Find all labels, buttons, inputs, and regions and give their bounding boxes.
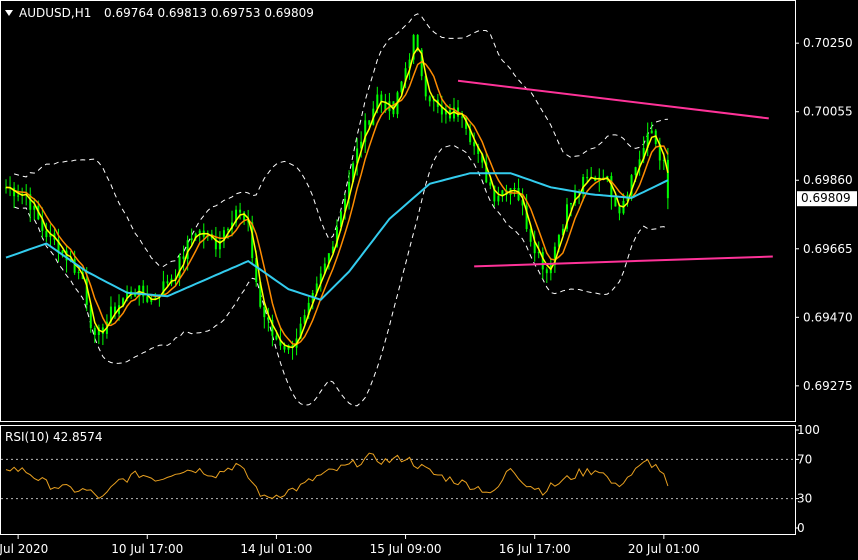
price-axis-label: 0.70250 xyxy=(803,36,853,50)
candle-body xyxy=(428,96,431,102)
rsi-axis-label: 30 xyxy=(797,492,812,506)
candle-body xyxy=(190,238,193,241)
price-axis-label: 0.70055 xyxy=(803,105,853,119)
candle-body xyxy=(33,205,36,210)
lower-band xyxy=(13,144,669,407)
moving-averages xyxy=(5,46,669,349)
candle-body xyxy=(618,206,621,214)
candle-body xyxy=(73,259,76,273)
candle-body xyxy=(226,228,229,231)
candle-body xyxy=(45,230,48,238)
time-axis-label: 16 Jul 17:00 xyxy=(499,542,571,556)
time-axis-label: 15 Jul 09:00 xyxy=(370,542,442,556)
time-axis-label: 10 Jul 17:00 xyxy=(111,542,183,556)
candle-body xyxy=(614,197,617,207)
candle-body xyxy=(93,327,96,335)
candle-body xyxy=(497,195,500,202)
ma-fast-line xyxy=(5,46,669,349)
time-axis-label: 14 Jul 01:00 xyxy=(240,542,312,556)
rsi-axis-label: 0 xyxy=(797,521,805,535)
current-price-value: 0.69809 xyxy=(801,191,851,205)
candle-body xyxy=(489,182,492,186)
candle-body xyxy=(283,345,286,350)
candle-body xyxy=(570,202,573,205)
candle-body xyxy=(182,256,185,259)
candle-body xyxy=(146,296,149,302)
resistance-trendline[interactable] xyxy=(457,79,769,120)
candle-body xyxy=(368,120,371,125)
symbol-label: AUDUSD,H1 xyxy=(19,6,91,20)
candle-body xyxy=(239,209,242,213)
time-axis-label: 9 Jul 2020 xyxy=(0,542,48,556)
ma-medium-line xyxy=(5,60,669,346)
rsi-label: RSI(10) 42.8574 xyxy=(5,430,103,444)
bollinger-bands xyxy=(13,13,669,407)
ohlc-values: 0.69764 0.69813 0.69753 0.69809 xyxy=(104,6,314,20)
candle-body xyxy=(666,159,669,199)
chart-window[interactable]: 0.70250 0.70055 0.69860 0.69665 0.69470 0.692… xyxy=(0,0,858,560)
candle-body xyxy=(263,306,266,318)
price-axis-label: 0.69470 xyxy=(803,310,853,324)
candle-body xyxy=(545,269,548,274)
candle-body xyxy=(198,230,201,234)
price-axis-label: 0.69860 xyxy=(803,173,853,187)
candle-body xyxy=(380,94,383,102)
candle-body xyxy=(166,281,169,284)
price-axis-label: 0.69275 xyxy=(803,379,853,393)
chart-canvas[interactable]: 0.70250 0.70055 0.69860 0.69665 0.69470 0.692… xyxy=(0,0,858,560)
candle-body xyxy=(473,142,476,147)
candlesticks xyxy=(5,33,669,360)
time-axis-label: 20 Jul 01:00 xyxy=(628,542,700,556)
candle-body xyxy=(17,195,20,197)
candle-body xyxy=(586,176,589,179)
rsi-axis-label: 70 xyxy=(797,452,812,466)
indicator-panel-frame xyxy=(0,425,796,535)
price-axis-label: 0.69665 xyxy=(803,242,853,256)
symbol-dropdown-icon[interactable] xyxy=(5,10,13,16)
support-trendline[interactable] xyxy=(474,255,773,268)
candle-body xyxy=(61,250,64,254)
candle-body xyxy=(634,167,637,176)
rsi-axis-label: 100 xyxy=(797,423,820,437)
candle-body xyxy=(513,188,516,190)
rsi-chart xyxy=(1,452,795,500)
candle-body xyxy=(461,116,464,118)
candle-body xyxy=(178,256,181,279)
candle-body xyxy=(650,130,653,134)
rsi-line xyxy=(5,452,669,500)
candle-body xyxy=(275,335,278,340)
candle-body xyxy=(77,272,80,274)
